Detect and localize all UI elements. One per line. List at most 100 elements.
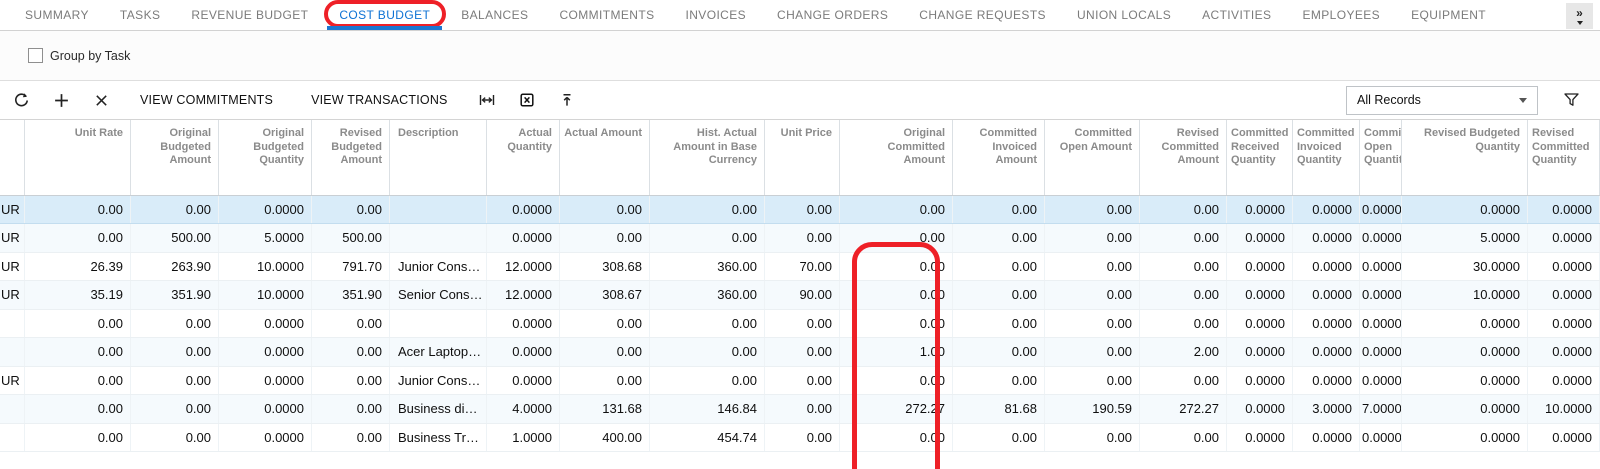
grid-cell[interactable]: 0.00 xyxy=(25,196,131,223)
grid-cell[interactable]: 0.00 xyxy=(1045,424,1140,451)
grid-cell[interactable]: 0.0000 xyxy=(1402,367,1528,394)
grid-cell[interactable]: 0.00 xyxy=(1045,281,1140,308)
grid-cell[interactable]: 0.00 xyxy=(131,338,219,365)
grid-cell[interactable]: 0.0000 xyxy=(1227,338,1293,365)
grid-cell[interactable]: 0.00 xyxy=(1045,196,1140,223)
grid-cell[interactable]: 0.00 xyxy=(1140,281,1227,308)
column-header-revised-budgeted-amount[interactable]: Revised Budgeted Amount xyxy=(312,120,390,195)
column-header-actual-quantity[interactable]: Actual Quantity xyxy=(487,120,560,195)
grid-cell[interactable] xyxy=(0,395,25,422)
tab-change-orders[interactable]: CHANGE ORDERS xyxy=(777,0,888,30)
column-header-original-budgeted-amount[interactable]: Original Budgeted Amount xyxy=(131,120,219,195)
grid-cell[interactable]: 7.0000 xyxy=(1360,395,1402,422)
grid-cell[interactable]: 0.0000 xyxy=(1528,310,1600,337)
grid-cell[interactable]: 0.0000 xyxy=(487,367,560,394)
grid-cell[interactable]: 0.0000 xyxy=(1402,310,1528,337)
grid-cell[interactable]: 263.90 xyxy=(131,253,219,280)
tab-change-requests[interactable]: CHANGE REQUESTS xyxy=(919,0,1046,30)
grid-cell[interactable]: 0.0000 xyxy=(1360,281,1402,308)
grid-cell[interactable]: 360.00 xyxy=(650,253,765,280)
column-header-revised-budgeted-quantity[interactable]: Revised Budgeted Quantity xyxy=(1402,120,1528,195)
grid-cell[interactable]: 454.74 xyxy=(650,424,765,451)
grid-cell[interactable]: 0.00 xyxy=(131,367,219,394)
tab-employees[interactable]: EMPLOYEES xyxy=(1302,0,1380,30)
grid-cell[interactable]: 0.00 xyxy=(840,367,953,394)
grid-cell[interactable]: 360.00 xyxy=(650,281,765,308)
grid-cell[interactable]: 0.00 xyxy=(560,338,650,365)
grid-cell[interactable]: 0.00 xyxy=(1045,367,1140,394)
grid-cell[interactable]: 0.0000 xyxy=(1293,196,1360,223)
export-excel-button[interactable] xyxy=(512,85,542,115)
grid-cell[interactable]: 0.0000 xyxy=(1360,310,1402,337)
grid-cell[interactable]: 0.00 xyxy=(840,310,953,337)
grid-cell[interactable]: 0.00 xyxy=(765,310,840,337)
table-row[interactable]: 0.000.000.00000.00Acer Laptop…0.00000.00… xyxy=(0,338,1600,366)
grid-cell[interactable]: 0.00 xyxy=(765,196,840,223)
grid-cell[interactable]: 0.00 xyxy=(840,253,953,280)
grid-cell[interactable] xyxy=(0,338,25,365)
grid-cell[interactable]: 0.00 xyxy=(650,196,765,223)
grid-cell[interactable]: 0.0000 xyxy=(1402,338,1528,365)
grid-cell[interactable]: 4.0000 xyxy=(487,395,560,422)
grid-cell[interactable]: 0.00 xyxy=(312,310,390,337)
grid-cell[interactable]: Business di… xyxy=(390,395,487,422)
grid-cell[interactable]: 0.00 xyxy=(1140,310,1227,337)
grid-cell[interactable]: 0.00 xyxy=(1140,224,1227,251)
grid-cell[interactable]: 0.00 xyxy=(765,395,840,422)
grid-cell[interactable] xyxy=(0,310,25,337)
upload-button[interactable] xyxy=(552,85,582,115)
refresh-button[interactable] xyxy=(6,85,36,115)
fit-width-button[interactable] xyxy=(472,85,502,115)
grid-cell[interactable]: 0.00 xyxy=(1045,338,1140,365)
grid-cell[interactable]: 0.0000 xyxy=(219,310,312,337)
grid-cell[interactable]: 10.0000 xyxy=(219,253,312,280)
table-row[interactable]: UR0.000.000.00000.00Junior Cons…0.00000.… xyxy=(0,367,1600,395)
grid-cell[interactable]: 0.00 xyxy=(765,338,840,365)
column-header-revised-committed-amount[interactable]: Revised Committed Amount xyxy=(1140,120,1227,195)
table-row[interactable]: 0.000.000.00000.00Business di…4.0000131.… xyxy=(0,395,1600,423)
grid-cell[interactable]: 1.0000 xyxy=(487,424,560,451)
grid-cell[interactable] xyxy=(390,196,487,223)
grid-cell[interactable]: 0.00 xyxy=(312,424,390,451)
grid-cell[interactable]: 0.0000 xyxy=(1293,424,1360,451)
grid-cell[interactable]: 190.59 xyxy=(1045,395,1140,422)
grid-cell[interactable]: 0.00 xyxy=(25,367,131,394)
grid-cell[interactable]: 0.00 xyxy=(1140,367,1227,394)
records-filter-select[interactable]: All Records xyxy=(1346,86,1538,115)
grid-cell[interactable]: 0.0000 xyxy=(1227,281,1293,308)
view-commitments-button[interactable]: VIEW COMMITMENTS xyxy=(126,85,287,115)
column-header-original-budgeted-quantity[interactable]: Original Budgeted Quantity xyxy=(219,120,312,195)
table-row[interactable]: UR0.000.000.00000.000.00000.000.000.000.… xyxy=(0,196,1600,224)
grid-cell[interactable]: 0.0000 xyxy=(1528,424,1600,451)
grid-cell[interactable]: 0.0000 xyxy=(1528,224,1600,251)
grid-cell[interactable]: 0.00 xyxy=(560,196,650,223)
grid-cell[interactable]: 500.00 xyxy=(131,224,219,251)
grid-cell[interactable]: 81.68 xyxy=(953,395,1045,422)
grid-cell[interactable]: 351.90 xyxy=(312,281,390,308)
grid-cell[interactable]: 0.0000 xyxy=(1227,196,1293,223)
grid-cell[interactable]: 0.0000 xyxy=(219,338,312,365)
grid-cell[interactable]: 12.0000 xyxy=(487,253,560,280)
grid-cell[interactable]: 0.0000 xyxy=(1360,424,1402,451)
grid-cell[interactable]: 0.0000 xyxy=(1528,367,1600,394)
grid-cell[interactable] xyxy=(390,310,487,337)
grid-cell[interactable]: 0.00 xyxy=(25,424,131,451)
grid-cell[interactable]: 351.90 xyxy=(131,281,219,308)
tab-activities[interactable]: ACTIVITIES xyxy=(1202,0,1271,30)
grid-cell[interactable]: 0.00 xyxy=(131,424,219,451)
column-header-revised-committed-quantity[interactable]: Revised Committed Quantity xyxy=(1528,120,1600,195)
view-transactions-button[interactable]: VIEW TRANSACTIONS xyxy=(297,85,462,115)
grid-cell[interactable]: 0.0000 xyxy=(219,395,312,422)
grid-cell[interactable] xyxy=(390,224,487,251)
group-by-task-checkbox[interactable] xyxy=(28,48,43,63)
column-header-committed-open-amount[interactable]: Committed Open Amount xyxy=(1045,120,1140,195)
grid-cell[interactable]: 0.0000 xyxy=(487,338,560,365)
grid-cell[interactable]: 0.00 xyxy=(650,338,765,365)
grid-cell[interactable]: 0.0000 xyxy=(1402,424,1528,451)
grid-cell[interactable]: 0.0000 xyxy=(1293,253,1360,280)
grid-cell[interactable]: 5.0000 xyxy=(219,224,312,251)
grid-cell[interactable]: UR xyxy=(0,253,25,280)
grid-cell[interactable]: 0.00 xyxy=(312,395,390,422)
grid-cell[interactable]: 5.0000 xyxy=(1402,224,1528,251)
grid-cell[interactable]: 0.00 xyxy=(953,338,1045,365)
